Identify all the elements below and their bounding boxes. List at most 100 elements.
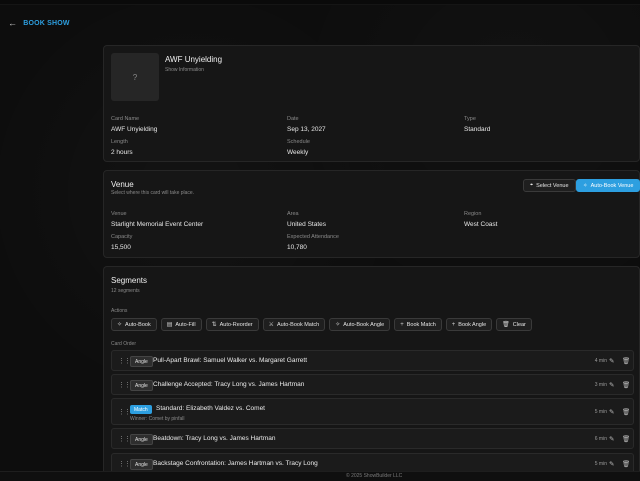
auto-book-match-button[interactable]: ⚔ Auto-Book Match (262, 318, 326, 331)
book-angle-button[interactable]: + Book Angle (445, 318, 493, 331)
venue-card: Venue Select where this card will take p… (103, 170, 640, 258)
show-subtitle: Show Information (165, 67, 204, 73)
action-label: Auto-Book Match (277, 321, 320, 328)
segment-result: Winner: Comet by pinfall (130, 416, 185, 422)
action-label: Auto-Reorder (219, 321, 253, 328)
fill-icon: ▤ (166, 322, 173, 328)
swords-icon: ⚔ (268, 322, 275, 328)
back-button[interactable]: ← BOOK SHOW (8, 18, 70, 28)
segment-duration: 4 min (594, 358, 607, 364)
field-schedule: Schedule Weekly (287, 139, 310, 156)
segment-type-badge: Angle (130, 434, 153, 445)
select-venue-button[interactable]: ⌖ Select Venue (523, 179, 576, 192)
segment-title: Challenge Accepted: Tracy Long vs. James… (153, 381, 305, 388)
segment-row[interactable]: ⋮⋮ Match Standard: Elizabeth Valdez vs. … (111, 398, 634, 425)
action-label: Clear (512, 321, 526, 328)
show-title: AWF Unyielding (165, 55, 223, 64)
segment-type-badge: Angle (130, 459, 153, 470)
show-thumbnail[interactable]: ? (111, 53, 159, 101)
drag-handle-icon[interactable]: ⋮⋮ (118, 357, 131, 365)
actions-bar: ✧ Auto-Book ▤ Auto-Fill ⇅ Auto-Reorder ⚔… (111, 318, 532, 331)
auto-book-venue-label: Auto-Book Venue (590, 182, 634, 189)
field-label: Type (464, 116, 476, 122)
book-match-button[interactable]: + Book Match (394, 318, 442, 331)
edit-icon[interactable]: ✎ (609, 460, 614, 468)
segment-type-badge: Angle (130, 380, 153, 391)
segment-duration: 5 min (594, 461, 607, 467)
segments-count: 12 segments (111, 288, 140, 294)
back-label: BOOK SHOW (23, 19, 70, 27)
field-type: Type Standard (464, 116, 490, 133)
segment-duration: 6 min (594, 436, 607, 442)
field-label: Schedule (287, 139, 310, 145)
location-pin-icon: ⌖ (530, 182, 534, 188)
action-label: Book Angle (458, 321, 487, 328)
select-venue-label: Select Venue (536, 182, 569, 189)
top-strip (0, 0, 640, 5)
sparkle-icon: ✧ (335, 322, 341, 328)
auto-book-venue-button[interactable]: ✧ Auto-Book Venue (576, 179, 640, 192)
segment-title: Beatdown: Tracy Long vs. James Hartman (153, 435, 276, 442)
segment-type-badge: Match (130, 405, 152, 414)
show-info-card: ? AWF Unyielding Show Information Card N… (103, 45, 640, 162)
field-value: AWF Unyielding (111, 126, 158, 133)
footer-copyright: © 2025 ShowBuilder LLC (346, 473, 403, 479)
sparkle-icon: ✧ (583, 182, 588, 189)
trash-icon[interactable]: 🗑 (622, 460, 630, 468)
segment-row[interactable]: ⋮⋮ Angle Beatdown: Tracy Long vs. James … (111, 428, 634, 449)
trash-icon[interactable]: 🗑 (622, 435, 630, 443)
card-order-label: Card Order (111, 341, 137, 347)
drag-handle-icon[interactable]: ⋮⋮ (118, 435, 131, 443)
drag-handle-icon[interactable]: ⋮⋮ (118, 408, 131, 416)
auto-reorder-button[interactable]: ⇅ Auto-Reorder (205, 318, 259, 331)
auto-book-button[interactable]: ✧ Auto-Book (111, 318, 157, 331)
trash-icon[interactable]: 🗑 (622, 357, 630, 365)
field-label: Date (287, 116, 299, 122)
plus-icon: + (400, 321, 404, 328)
field-label: Card Name (111, 116, 140, 122)
field-value: Weekly (287, 149, 309, 156)
venue-subtitle: Select where this card will take place. (111, 190, 195, 196)
drag-handle-icon[interactable]: ⋮⋮ (118, 381, 131, 389)
action-label: Auto-Book (125, 321, 151, 328)
sparkle-icon: ✧ (117, 322, 123, 328)
field-venue: Venue Starlight Memorial Event Center (111, 211, 203, 228)
action-label: Auto-Fill (175, 321, 196, 328)
segment-duration: 5 min (594, 409, 607, 415)
reorder-icon: ⇅ (211, 322, 217, 328)
action-label: Book Match (406, 321, 436, 328)
field-value: West Coast (464, 221, 498, 228)
field-label: Venue (111, 211, 127, 217)
field-value: 15,500 (111, 244, 131, 251)
field-label: Region (464, 211, 482, 217)
arrow-left-icon: ← (8, 18, 18, 28)
field-value: 2 hours (111, 149, 133, 156)
segments-title: Segments (111, 276, 148, 285)
actions-label: Actions (111, 308, 128, 314)
field-value: Sep 13, 2027 (287, 126, 326, 133)
clear-button[interactable]: 🗑 Clear (496, 318, 532, 331)
edit-icon[interactable]: ✎ (609, 408, 614, 416)
field-label: Capacity (111, 234, 133, 240)
placeholder-icon: ? (132, 72, 138, 82)
edit-icon[interactable]: ✎ (609, 435, 614, 443)
segments-card: Segments 12 segments Actions ✧ Auto-Book… (103, 266, 640, 480)
segment-row[interactable]: ⋮⋮ Angle Pull-Apart Brawl: Samuel Walker… (111, 350, 634, 371)
drag-handle-icon[interactable]: ⋮⋮ (118, 460, 131, 468)
auto-fill-button[interactable]: ▤ Auto-Fill (160, 318, 202, 331)
field-card-name: Card Name AWF Unyielding (111, 116, 157, 133)
segment-row[interactable]: ⋮⋮ Angle Challenge Accepted: Tracy Long … (111, 374, 634, 395)
segment-type-badge: Angle (130, 356, 153, 367)
edit-icon[interactable]: ✎ (609, 381, 614, 389)
segment-title: Standard: Elizabeth Valdez vs. Comet (156, 405, 265, 412)
field-value: United States (287, 221, 327, 228)
edit-icon[interactable]: ✎ (609, 357, 614, 365)
field-value: Standard (464, 126, 491, 133)
trash-icon: 🗑 (502, 322, 510, 328)
auto-book-angle-button[interactable]: ✧ Auto-Book Angle (329, 318, 391, 331)
field-value: 10,780 (287, 244, 307, 251)
field-date: Date Sep 13, 2027 (287, 116, 326, 133)
trash-icon[interactable]: 🗑 (622, 408, 630, 416)
segment-duration: 3 min (594, 382, 607, 388)
trash-icon[interactable]: 🗑 (622, 381, 630, 389)
